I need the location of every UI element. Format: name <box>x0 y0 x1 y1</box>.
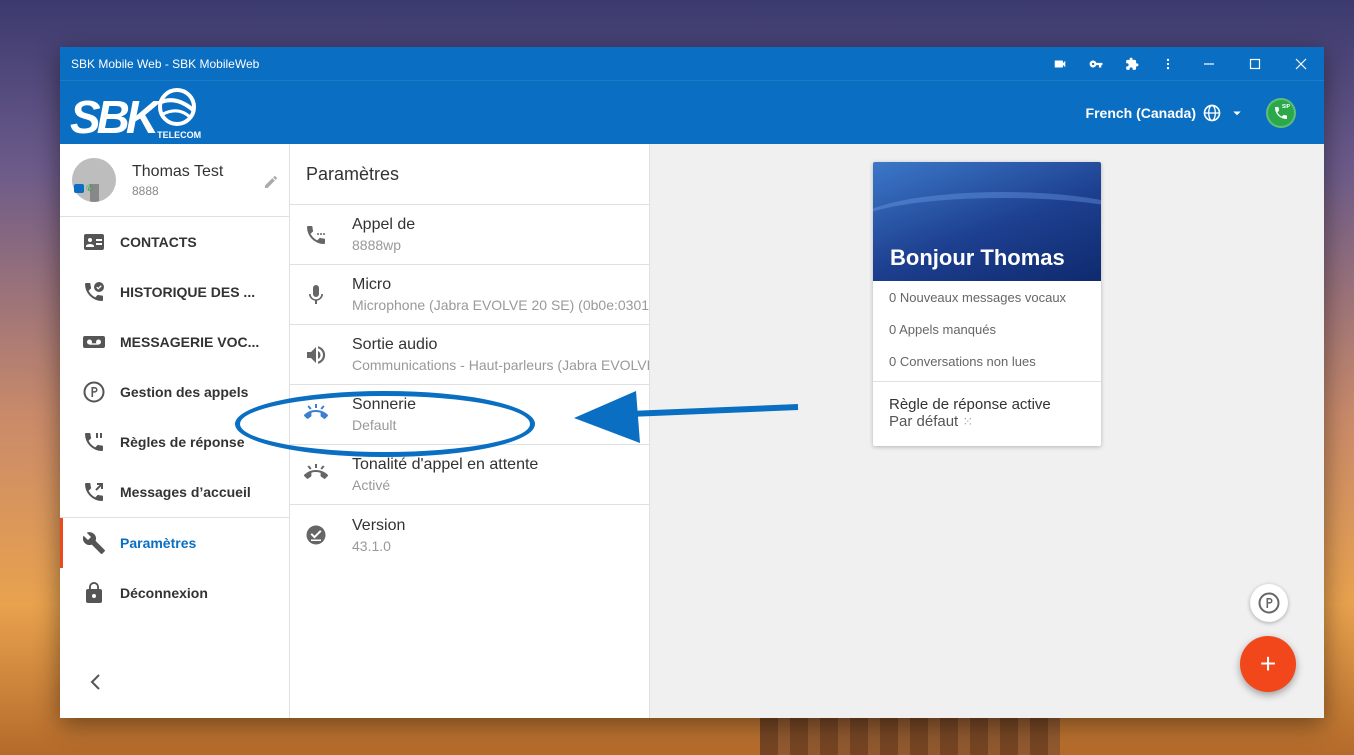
contacts-icon <box>84 234 104 250</box>
setting-value: Activé <box>352 477 391 493</box>
sidebar-item-label: CONTACTS <box>120 234 197 250</box>
setting-value: Microphone (Jabra EVOLVE 20 SE) (0b0e:03… <box>352 297 649 313</box>
active-rule-title: Règle de réponse active <box>889 396 1051 413</box>
sidebar-item-settings[interactable]: Paramètres <box>60 518 289 568</box>
chevron-down-icon <box>1233 111 1241 115</box>
language-selector[interactable]: French (Canada) <box>1086 103 1246 123</box>
sidebar-item-contacts[interactable]: CONTACTS <box>60 217 289 267</box>
setting-version[interactable]: Version 43.1.0 <box>290 505 649 565</box>
avatar <box>72 158 116 202</box>
sidebar-item-label: Paramètres <box>120 535 197 551</box>
collapse-sidebar-button[interactable] <box>86 672 106 692</box>
chevron-left-icon <box>90 674 100 690</box>
user-extension: 8888 <box>132 183 159 198</box>
user-name: Thomas Test <box>132 162 224 180</box>
call-waiting-icon <box>303 463 328 487</box>
sidebar-item-label: HISTORIQUE DES ... <box>120 284 256 300</box>
user-card[interactable]: ✆ Thomas Test 8888 <box>60 144 289 217</box>
setting-title: Sortie audio <box>352 336 438 353</box>
stat-new-voicemails[interactable]: 0 Nouveaux messages vocaux <box>873 281 1101 313</box>
welcome-title: Bonjour Thomas <box>890 245 1065 270</box>
globe-icon <box>1203 104 1221 121</box>
edit-pencil-icon[interactable] <box>263 174 279 190</box>
sidebar-item-voicemail[interactable]: MESSAGERIE VOC... <box>60 317 289 367</box>
setting-title: Version <box>352 516 406 534</box>
setting-value: 8888wp <box>352 237 402 253</box>
annotation-arrow <box>574 391 799 443</box>
sbk-logo[interactable]: SBK TELECOM <box>70 86 201 140</box>
active-rule-value: Par défaut <box>889 413 959 430</box>
annotation-ellipse <box>235 391 535 457</box>
sidebar-item-call-history[interactable]: HISTORIQUE DES ... <box>60 267 289 317</box>
add-fab-button[interactable]: + <box>1240 636 1296 692</box>
setting-microphone[interactable]: Micro Microphone (Jabra EVOLVE 20 SE) (0… <box>290 265 649 325</box>
window-title: SBK Mobile Web - SBK MobileWeb <box>71 56 260 71</box>
app-window: SBK Mobile Web - SBK MobileWeb SBK TELEC… <box>60 47 1324 718</box>
logo-globe-icon: TELECOM <box>157 87 201 140</box>
setting-audio-output[interactable]: Sortie audio Communications - Haut-parle… <box>290 325 649 385</box>
sidebar-item-label: Déconnexion <box>120 585 208 601</box>
rule-schedule-icon: ⁙ <box>962 414 974 429</box>
sidebar-item-label: Gestion des appels <box>120 384 249 400</box>
stat-missed-calls[interactable]: 0 Appels manqués <box>873 313 1101 345</box>
sidebar-item-greetings[interactable]: Messages d’accueil <box>60 467 289 517</box>
minimize-button[interactable] <box>1186 47 1232 80</box>
setting-title: Micro <box>352 276 392 293</box>
microphone-icon <box>304 283 328 307</box>
version-check-icon <box>304 523 328 547</box>
greeting-icon <box>85 483 103 501</box>
welcome-banner: Bonjour Thomas <box>873 162 1101 281</box>
title-bar: SBK Mobile Web - SBK MobileWeb <box>60 47 1324 80</box>
stat-unread-conversations[interactable]: 0 Conversations non lues <box>873 345 1101 377</box>
language-label: French (Canada) <box>1085 104 1196 121</box>
parking-icon <box>1258 592 1280 614</box>
wrench-icon <box>82 532 105 554</box>
active-rule-section[interactable]: Règle de réponse active Par défaut ⁙ <box>873 381 1101 446</box>
extension-puzzle-icon[interactable] <box>1114 47 1150 80</box>
sidebar-item-logout[interactable]: Déconnexion <box>60 568 289 618</box>
phone-status-icon: ✆ <box>86 183 94 193</box>
sidebar-item-label: MESSAGERIE VOC... <box>120 334 260 350</box>
setting-value: Communications - Haut-parleurs (Jabra EV… <box>352 357 649 373</box>
setting-title: Appel de <box>352 216 416 233</box>
background-scenery <box>760 712 1060 755</box>
dialpad-phone-icon <box>304 223 328 247</box>
welcome-card: Bonjour Thomas 0 Nouveaux messages vocau… <box>873 162 1101 446</box>
close-button[interactable] <box>1278 47 1324 80</box>
setting-title: Tonalité d'appel en attente <box>352 456 539 473</box>
sidebar-item-label: Règles de réponse <box>120 434 245 450</box>
more-vert-icon[interactable] <box>1150 47 1186 80</box>
setting-value: 43.1.0 <box>352 537 391 554</box>
sidebar-item-label: Messages d’accueil <box>120 484 251 500</box>
parking-fab[interactable] <box>1250 584 1288 622</box>
lock-icon <box>86 582 102 603</box>
app-header: SBK TELECOM French (Canada) SIP <box>60 80 1324 144</box>
call-rules-icon <box>85 433 103 451</box>
chat-status-icon <box>74 184 84 193</box>
call-history-icon <box>85 282 104 301</box>
plus-icon: + <box>1259 648 1277 679</box>
video-camera-icon[interactable] <box>1042 47 1078 80</box>
speaker-icon <box>304 343 328 367</box>
key-icon[interactable] <box>1078 47 1114 80</box>
sip-status-button[interactable]: SIP <box>1266 97 1296 128</box>
settings-title: Paramètres <box>290 144 649 205</box>
setting-call-from[interactable]: Appel de 8888wp <box>290 205 649 265</box>
parking-icon <box>83 381 105 403</box>
voicemail-icon <box>83 336 105 348</box>
maximize-button[interactable] <box>1232 47 1278 80</box>
